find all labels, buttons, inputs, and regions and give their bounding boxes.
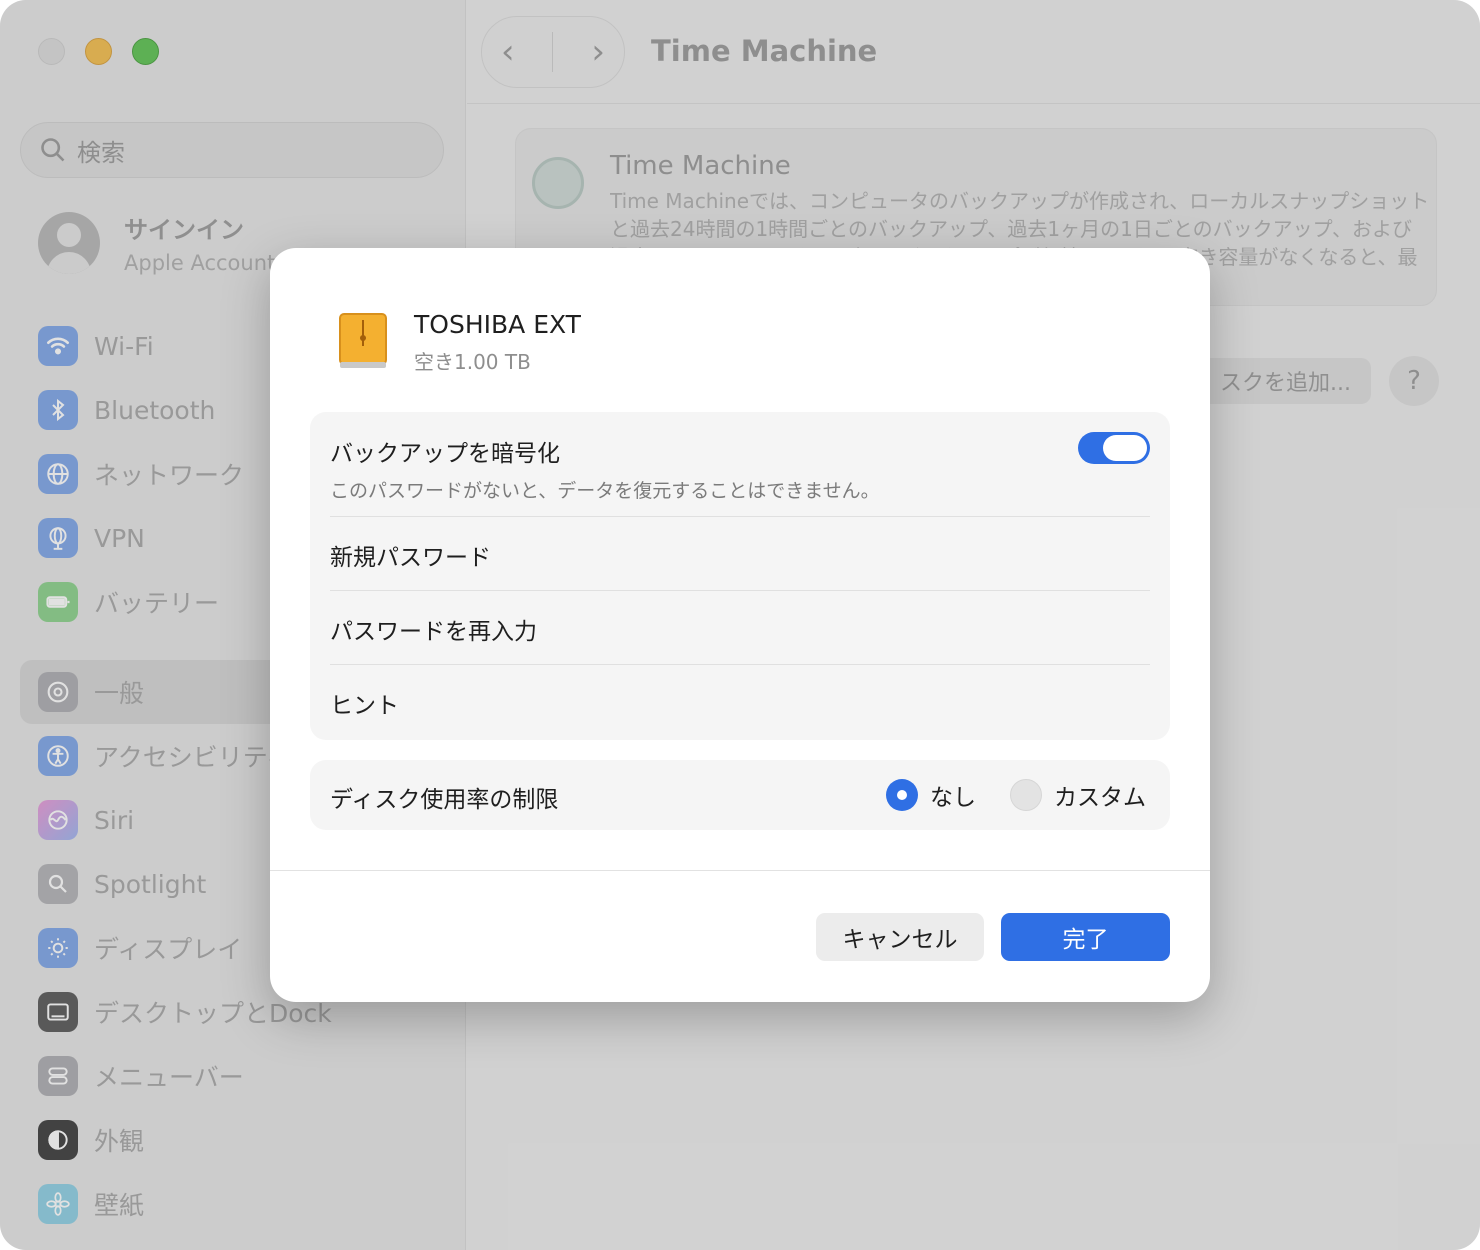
radio-none-label: なし xyxy=(930,785,976,811)
hint-label: ヒント xyxy=(330,693,399,719)
new-password-label: 新規パスワード xyxy=(330,545,491,571)
encrypt-title: バックアップを暗号化 xyxy=(330,441,560,467)
row-divider xyxy=(330,664,1150,665)
radio-unselected-icon xyxy=(1010,779,1042,811)
radio-selected-icon xyxy=(886,779,918,811)
encrypt-toggle[interactable] xyxy=(1078,432,1150,464)
disk-options-dialog: TOSHIBA EXT 空き1.00 TB バックアップを暗号化 このパスワード… xyxy=(270,248,1210,1002)
reenter-password-label: パスワードを再入力 xyxy=(330,619,537,645)
radio-custom-label: カスタム xyxy=(1054,785,1146,811)
cancel-button[interactable]: キャンセル xyxy=(816,913,984,961)
encryption-group: バックアップを暗号化 このパスワードがないと、データを復元することはできません。… xyxy=(310,412,1170,740)
encrypt-subtitle: このパスワードがないと、データを復元することはできません。 xyxy=(330,480,880,502)
done-button[interactable]: 完了 xyxy=(1001,913,1170,961)
dialog-divider xyxy=(270,870,1210,871)
hint-field[interactable]: ヒント xyxy=(330,686,1150,720)
disk-limit-group: ディスク使用率の制限 なし カスタム xyxy=(310,760,1170,830)
encrypt-row: バックアップを暗号化 このパスワードがないと、データを復元することはできません。 xyxy=(330,434,1150,503)
settings-window: 検索 サインイン Apple Account Wi-Fi Bluetooth ネ… xyxy=(0,0,1480,1250)
drive-name: TOSHIBA EXT xyxy=(414,310,581,339)
reenter-password-field[interactable]: パスワードを再入力 xyxy=(330,612,1150,646)
row-divider xyxy=(330,516,1150,517)
new-password-field[interactable]: 新規パスワード xyxy=(330,538,1150,572)
external-drive-icon xyxy=(339,313,387,368)
radio-none[interactable]: なし xyxy=(886,778,976,812)
row-divider xyxy=(330,590,1150,591)
radio-custom[interactable]: カスタム xyxy=(1010,778,1146,812)
disk-limit-label: ディスク使用率の制限 xyxy=(330,787,559,813)
drive-free-space: 空き1.00 TB xyxy=(414,350,531,374)
